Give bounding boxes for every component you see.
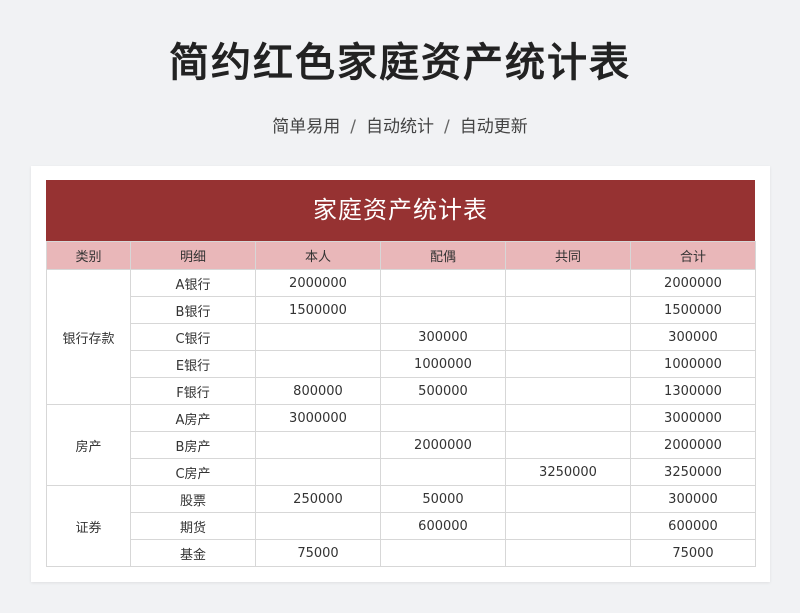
- spouse-cell: [380, 539, 506, 567]
- spouse-cell: 50000: [380, 485, 506, 513]
- detail-cell: A银行: [130, 269, 256, 297]
- table-header-row: 类别 明细 本人 配偶 共同 合计: [46, 241, 756, 270]
- spouse-cell: [380, 296, 506, 324]
- sheet-banner: 家庭资产统计表: [46, 180, 755, 241]
- header-total: 合计: [630, 241, 756, 270]
- self-cell: 800000: [255, 377, 381, 405]
- spouse-cell: 600000: [380, 512, 506, 540]
- self-cell: [255, 350, 381, 378]
- table-row: 房产 A房产 3000000 3000000: [46, 404, 756, 486]
- total-cell: 3250000: [630, 458, 756, 486]
- total-cell: 1300000: [630, 377, 756, 405]
- total-cell: 2000000: [630, 431, 756, 459]
- detail-cell: C银行: [130, 323, 256, 351]
- detail-cell: E银行: [130, 350, 256, 378]
- self-cell: 2000000: [255, 269, 381, 297]
- total-cell: 1500000: [630, 296, 756, 324]
- joint-cell: [505, 539, 631, 567]
- joint-cell: 3250000: [505, 458, 631, 486]
- table-row: 银行存款 A银行 2000000 2000000: [46, 269, 756, 405]
- subtitle-item: 自动统计: [366, 117, 434, 137]
- joint-cell: [505, 323, 631, 351]
- joint-cell: [505, 485, 631, 513]
- joint-cell: [505, 296, 631, 324]
- joint-cell: [505, 377, 631, 405]
- page-title: 简约红色家庭资产统计表: [169, 40, 631, 86]
- self-cell: [255, 431, 381, 459]
- table-row: B银行 1500000 1500000: [47, 296, 756, 324]
- table-row: E银行 1000000 1000000: [47, 350, 756, 378]
- table-row: 基金 75000 75000: [47, 539, 756, 567]
- category-cell: 证券: [46, 485, 131, 567]
- table-body: 银行存款 A银行 2000000 2000000 B银行 1500000 1500000 C银…: [46, 269, 756, 567]
- spouse-cell: [380, 458, 506, 486]
- detail-cell: F银行: [130, 377, 256, 405]
- header-category: 类别: [46, 241, 131, 270]
- self-cell: [255, 458, 381, 486]
- header-detail: 明细: [130, 241, 256, 270]
- total-cell: 300000: [630, 485, 756, 513]
- subtitle-item: 简单易用: [272, 117, 341, 137]
- detail-cell: 基金: [130, 539, 256, 567]
- spouse-cell: 1000000: [380, 350, 506, 378]
- subtitle-item: 自动更新: [459, 117, 528, 137]
- detail-cell: B房产: [130, 431, 256, 459]
- joint-cell: [505, 350, 631, 378]
- detail-cell: 期货: [130, 512, 256, 540]
- self-cell: 250000: [255, 485, 381, 513]
- table-row: C房产 3250000 3250000: [47, 458, 756, 486]
- self-cell: [255, 512, 381, 540]
- category-cell: 房产: [46, 404, 131, 486]
- joint-cell: [505, 269, 631, 297]
- header-spouse: 配偶: [380, 241, 506, 270]
- self-cell: [255, 323, 381, 351]
- table-row: C银行 300000 300000: [47, 323, 756, 351]
- subtitle-separator: /: [444, 117, 450, 137]
- detail-cell: 股票: [130, 485, 256, 513]
- total-cell: 300000: [630, 323, 756, 351]
- detail-cell: C房产: [130, 458, 256, 486]
- spouse-cell: 300000: [380, 323, 506, 351]
- subtitle-separator: /: [350, 117, 356, 137]
- total-cell: 600000: [630, 512, 756, 540]
- sheet-card: 家庭资产统计表 类别 明细 本人 配偶 共同 合计 银行存款 A银行 2000000…: [31, 166, 770, 582]
- spouse-cell: [380, 404, 506, 432]
- self-cell: 75000: [255, 539, 381, 567]
- total-cell: 1000000: [630, 350, 756, 378]
- page-subtitle: 简单易用 / 自动统计 / 自动更新: [0, 112, 800, 137]
- spouse-cell: 500000: [380, 377, 506, 405]
- self-cell: 3000000: [255, 404, 381, 432]
- self-cell: 1500000: [255, 296, 381, 324]
- table-row: 证券 股票 250000 50000 300000: [46, 485, 756, 567]
- total-cell: 3000000: [630, 404, 756, 432]
- table-row: F银行 800000 500000 1300000: [47, 377, 756, 405]
- spouse-cell: [380, 269, 506, 297]
- detail-cell: B银行: [130, 296, 256, 324]
- spouse-cell: 2000000: [380, 431, 506, 459]
- detail-cell: A房产: [130, 404, 256, 432]
- joint-cell: [505, 404, 631, 432]
- category-cell: 银行存款: [46, 269, 131, 405]
- header-joint: 共同: [505, 241, 631, 270]
- total-cell: 75000: [630, 539, 756, 567]
- asset-table: 类别 明细 本人 配偶 共同 合计 银行存款 A银行 2000000 2000000 B…: [46, 241, 756, 567]
- table-row: 期货 600000 600000: [47, 512, 756, 540]
- joint-cell: [505, 431, 631, 459]
- asset-sheet: 家庭资产统计表 类别 明细 本人 配偶 共同 合计 银行存款 A银行 2000000…: [46, 180, 756, 567]
- table-row: B房产 2000000 2000000: [47, 431, 756, 459]
- total-cell: 2000000: [630, 269, 756, 297]
- header-self: 本人: [255, 241, 381, 270]
- joint-cell: [505, 512, 631, 540]
